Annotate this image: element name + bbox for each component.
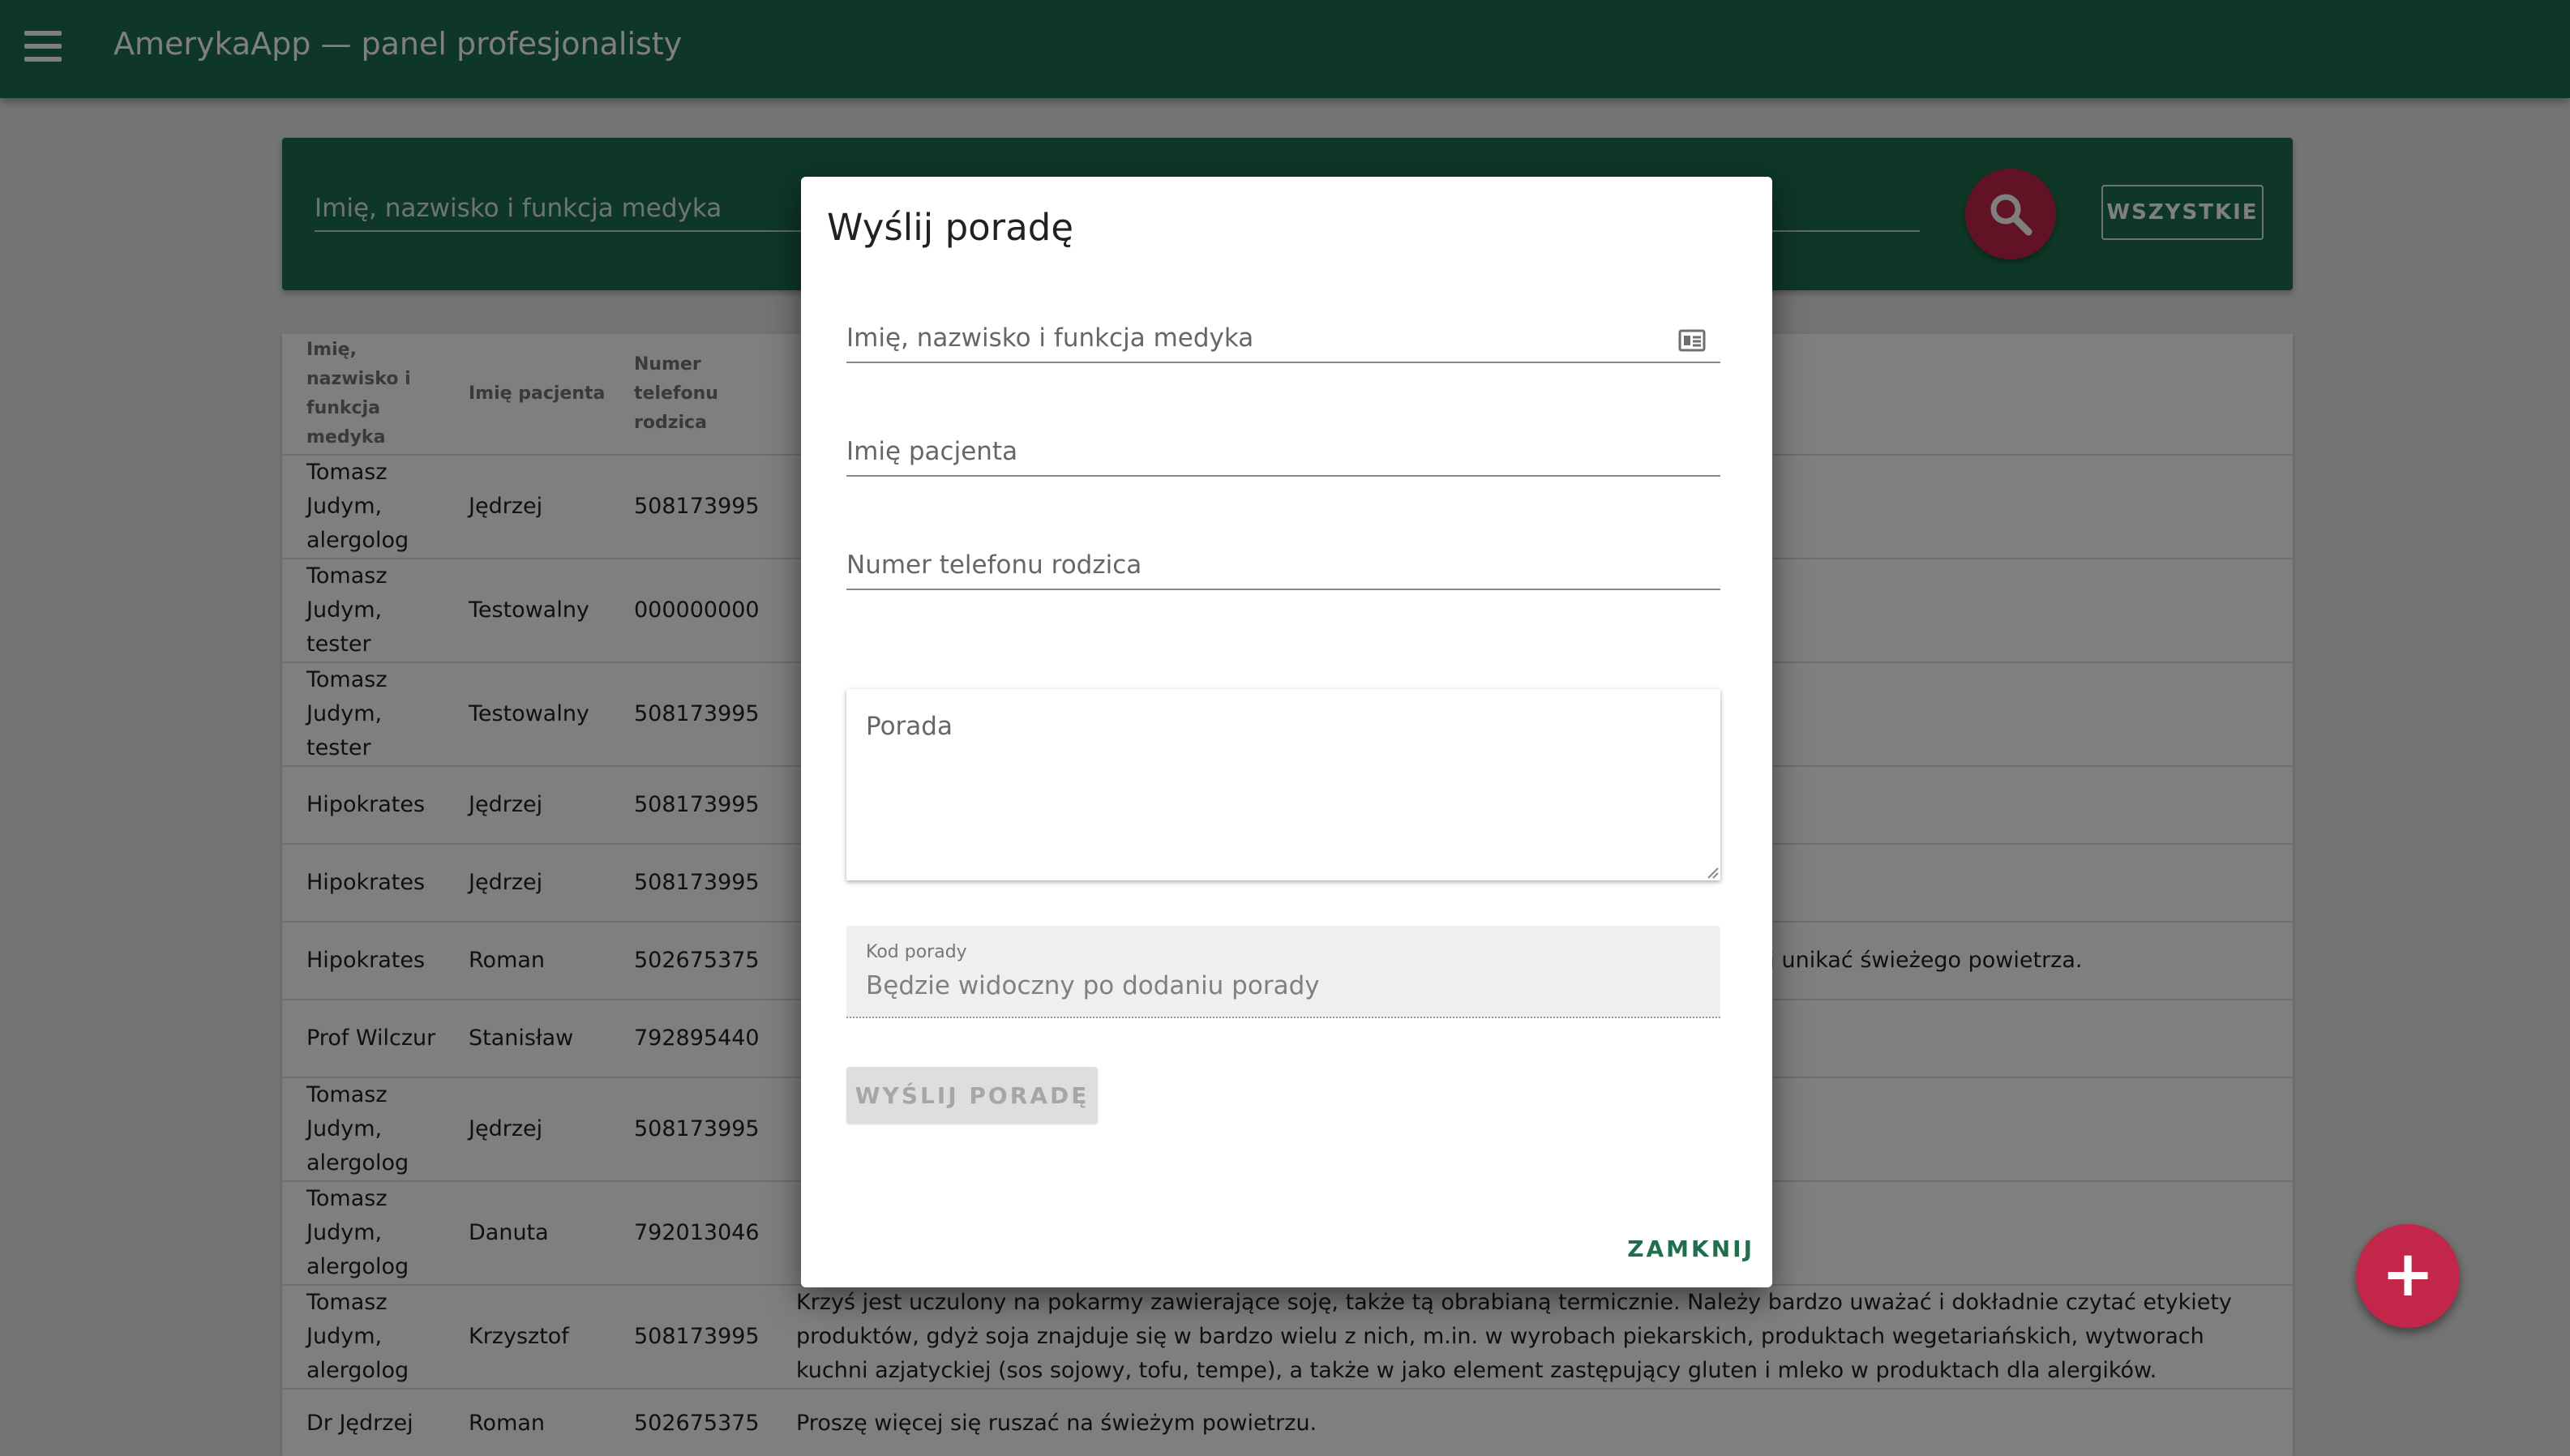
advice-textarea-wrapper (846, 689, 1720, 880)
patient-name-field[interactable] (846, 428, 1720, 477)
send-advice-dialog: Wyślij poradę Kod porady Będzie widoczny… (801, 177, 1772, 1287)
medic-field[interactable] (846, 315, 1720, 363)
id-card-icon[interactable] (1678, 329, 1706, 352)
advice-code-value: Będzie widoczny po dodaniu porady (866, 971, 1320, 1000)
send-advice-button[interactable]: WYŚLIJ PORADĘ (846, 1067, 1098, 1124)
parent-phone-field[interactable] (846, 542, 1720, 590)
medic-field-wrapper (846, 315, 1720, 363)
advice-code-label: Kod porady (866, 942, 967, 962)
advice-code-field: Kod porady Będzie widoczny po dodaniu po… (846, 926, 1720, 1018)
phone-field-wrapper (846, 542, 1720, 590)
resize-handle-icon[interactable] (1706, 866, 1719, 879)
dialog-title: Wyślij poradę (827, 206, 1074, 249)
add-icon: + (2381, 1238, 2435, 1311)
close-button[interactable]: ZAMKNIJ (1617, 1226, 1754, 1271)
add-advice-button[interactable]: + (2356, 1224, 2460, 1328)
advice-textarea[interactable] (846, 689, 1720, 880)
patient-field-wrapper (846, 428, 1720, 477)
